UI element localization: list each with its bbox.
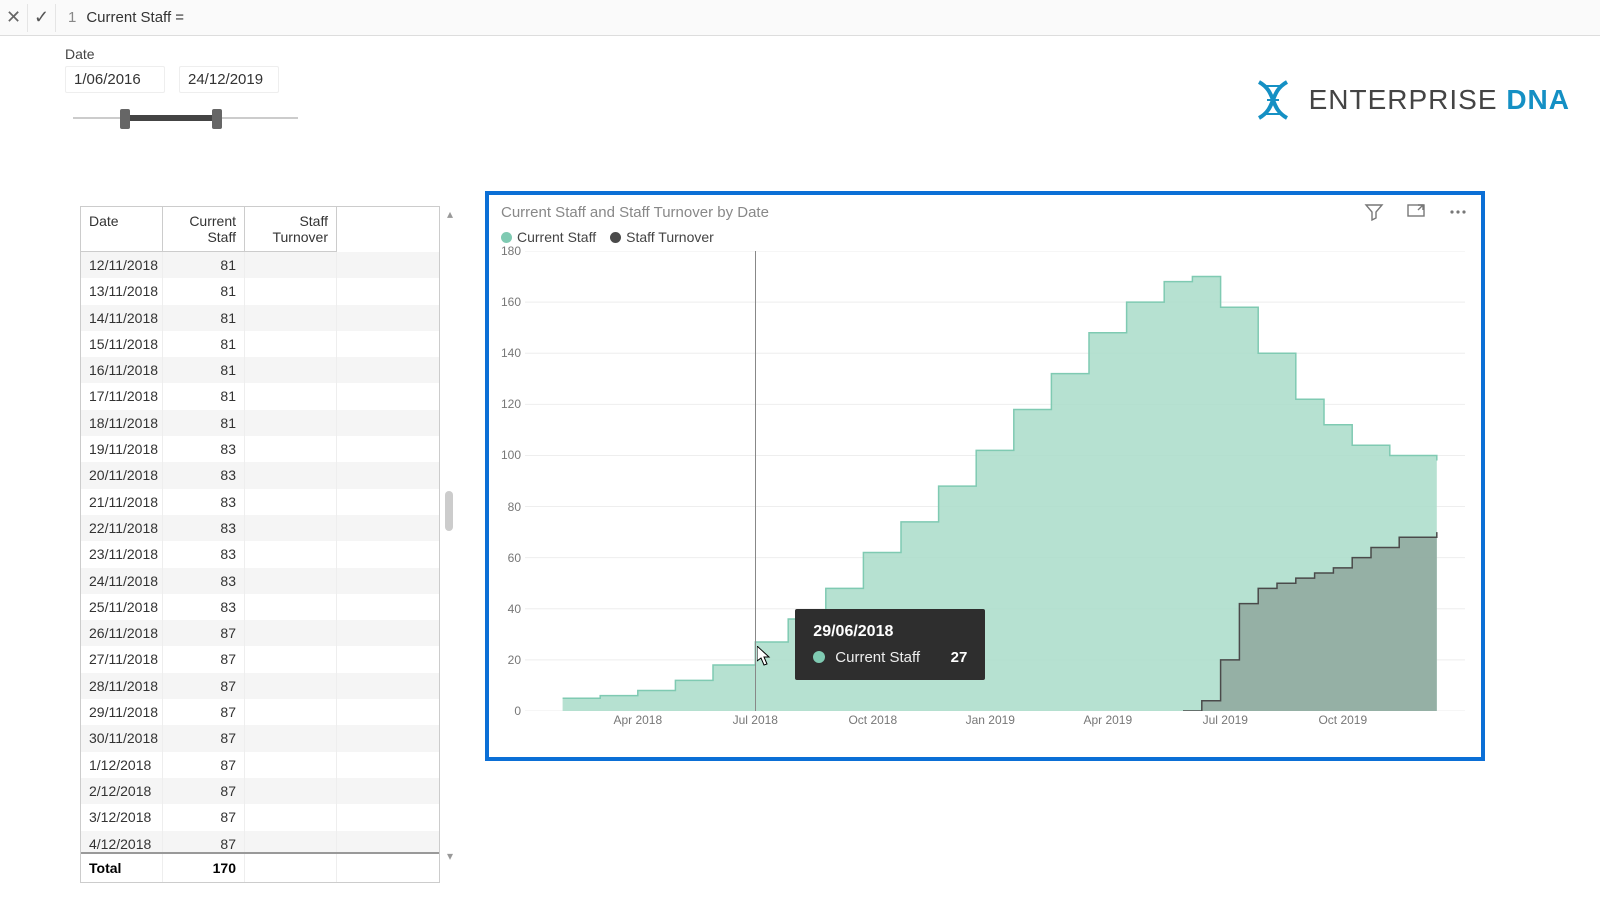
table-scrollbar[interactable]: ▴ ▾ <box>442 206 458 864</box>
y-tick: 40 <box>508 602 521 616</box>
col-header-date[interactable]: Date <box>81 207 163 252</box>
table-row[interactable]: 17/11/201881 <box>81 383 439 409</box>
formula-bar: ✕ ✓ 1 Current Staff = <box>0 0 1600 36</box>
table-row[interactable]: 26/11/201887 <box>81 620 439 646</box>
table-row[interactable]: 21/11/201883 <box>81 489 439 515</box>
slicer-from-input[interactable]: 1/06/2016 <box>65 66 165 93</box>
staff-area-chart[interactable]: Current Staff and Staff Turnover by Date… <box>485 191 1485 761</box>
scroll-up-icon[interactable]: ▴ <box>442 206 458 222</box>
filter-icon[interactable] <box>1363 201 1385 223</box>
tooltip-swatch <box>813 651 825 663</box>
dna-icon <box>1249 76 1297 124</box>
staff-table: Date Current Staff Staff Turnover 12/11/… <box>80 206 440 864</box>
x-tick: Jan 2019 <box>966 713 1015 727</box>
legend-label: Staff Turnover <box>626 229 714 245</box>
chart-tooltip: 29/06/2018 Current Staff 27 <box>795 609 985 680</box>
table-row[interactable]: 24/11/201883 <box>81 568 439 594</box>
legend-label: Current Staff <box>517 229 596 245</box>
col-header-staff-turnover[interactable]: Staff Turnover <box>245 207 337 252</box>
legend-swatch <box>610 232 621 243</box>
chart-title: Current Staff and Staff Turnover by Date <box>501 204 769 221</box>
cancel-formula-button[interactable]: ✕ <box>0 4 28 32</box>
x-tick: Apr 2018 <box>613 713 662 727</box>
y-tick: 60 <box>508 551 521 565</box>
slicer-thumb-left[interactable] <box>120 109 130 129</box>
chart-hover-line <box>755 251 756 711</box>
x-tick: Apr 2019 <box>1083 713 1132 727</box>
chart-legend: Current Staff Staff Turnover <box>489 225 1481 251</box>
table-row[interactable]: 23/11/201883 <box>81 541 439 567</box>
table-row[interactable]: 4/12/201887 <box>81 831 439 852</box>
more-options-icon[interactable] <box>1447 201 1469 223</box>
table-total-row: Total 170 <box>81 852 439 882</box>
y-tick: 180 <box>501 244 521 258</box>
slicer-label: Date <box>65 46 335 62</box>
y-tick: 160 <box>501 295 521 309</box>
scroll-down-icon[interactable]: ▾ <box>442 848 458 864</box>
slicer-range[interactable] <box>125 115 217 121</box>
table-row[interactable]: 25/11/201883 <box>81 594 439 620</box>
total-value: 170 <box>163 854 245 882</box>
total-turnover <box>245 854 337 882</box>
chart-plot-area[interactable]: 020406080100120140160180 29/06/2018 Curr… <box>525 251 1465 711</box>
x-axis: Apr 2018 Jul 2018 Oct 2018 Jan 2019 Apr 2019… <box>525 713 1465 733</box>
table-row[interactable]: 29/11/201887 <box>81 699 439 725</box>
y-tick: 140 <box>501 346 521 360</box>
table-row[interactable]: 1/12/201887 <box>81 752 439 778</box>
y-tick: 20 <box>508 653 521 667</box>
x-tick: Oct 2018 <box>848 713 897 727</box>
formula-text[interactable]: Current Staff = <box>86 9 184 26</box>
legend-item[interactable]: Current Staff <box>501 229 596 245</box>
enterprise-dna-logo: ENTERPRISE DNA <box>1249 76 1570 124</box>
y-axis: 020406080100120140160180 <box>495 251 525 711</box>
x-tick: Jul 2018 <box>733 713 778 727</box>
table-row[interactable]: 16/11/201881 <box>81 357 439 383</box>
x-tick: Jul 2019 <box>1203 713 1248 727</box>
legend-swatch <box>501 232 512 243</box>
y-tick: 100 <box>501 448 521 462</box>
col-header-current-staff[interactable]: Current Staff <box>163 207 245 252</box>
table-row[interactable]: 27/11/201887 <box>81 646 439 672</box>
focus-mode-icon[interactable] <box>1405 201 1427 223</box>
logo-word-dna: DNA <box>1506 84 1570 115</box>
table-row[interactable]: 2/12/201887 <box>81 778 439 804</box>
table-header: Date Current Staff Staff Turnover <box>81 207 439 252</box>
table-row[interactable]: 12/11/201881 <box>81 252 439 278</box>
slicer-to-input[interactable]: 24/12/2019 <box>179 66 279 93</box>
table-row[interactable]: 20/11/201883 <box>81 462 439 488</box>
slicer-track[interactable] <box>73 109 298 129</box>
formula-line-number: 1 <box>68 9 76 26</box>
table-row[interactable]: 14/11/201881 <box>81 305 439 331</box>
tooltip-value: 27 <box>951 649 968 666</box>
table-row[interactable]: 30/11/201887 <box>81 725 439 751</box>
x-tick: Oct 2019 <box>1318 713 1367 727</box>
table-row[interactable]: 3/12/201887 <box>81 804 439 830</box>
slicer-thumb-right[interactable] <box>212 109 222 129</box>
logo-word-enterprise: ENTERPRISE <box>1309 84 1498 115</box>
table-row[interactable]: 19/11/201883 <box>81 436 439 462</box>
date-slicer: Date 1/06/2016 24/12/2019 <box>65 46 335 129</box>
table-row[interactable]: 22/11/201883 <box>81 515 439 541</box>
y-tick: 0 <box>514 704 521 718</box>
table-row[interactable]: 15/11/201881 <box>81 331 439 357</box>
commit-formula-button[interactable]: ✓ <box>28 4 56 32</box>
y-tick: 120 <box>501 397 521 411</box>
scroll-thumb[interactable] <box>445 491 453 531</box>
tooltip-date: 29/06/2018 <box>813 623 967 641</box>
table-row[interactable]: 18/11/201881 <box>81 410 439 436</box>
tooltip-series: Current Staff <box>835 649 920 666</box>
table-row[interactable]: 28/11/201887 <box>81 673 439 699</box>
legend-item[interactable]: Staff Turnover <box>610 229 714 245</box>
y-tick: 80 <box>508 500 521 514</box>
table-row[interactable]: 13/11/201881 <box>81 278 439 304</box>
total-label: Total <box>81 854 163 882</box>
